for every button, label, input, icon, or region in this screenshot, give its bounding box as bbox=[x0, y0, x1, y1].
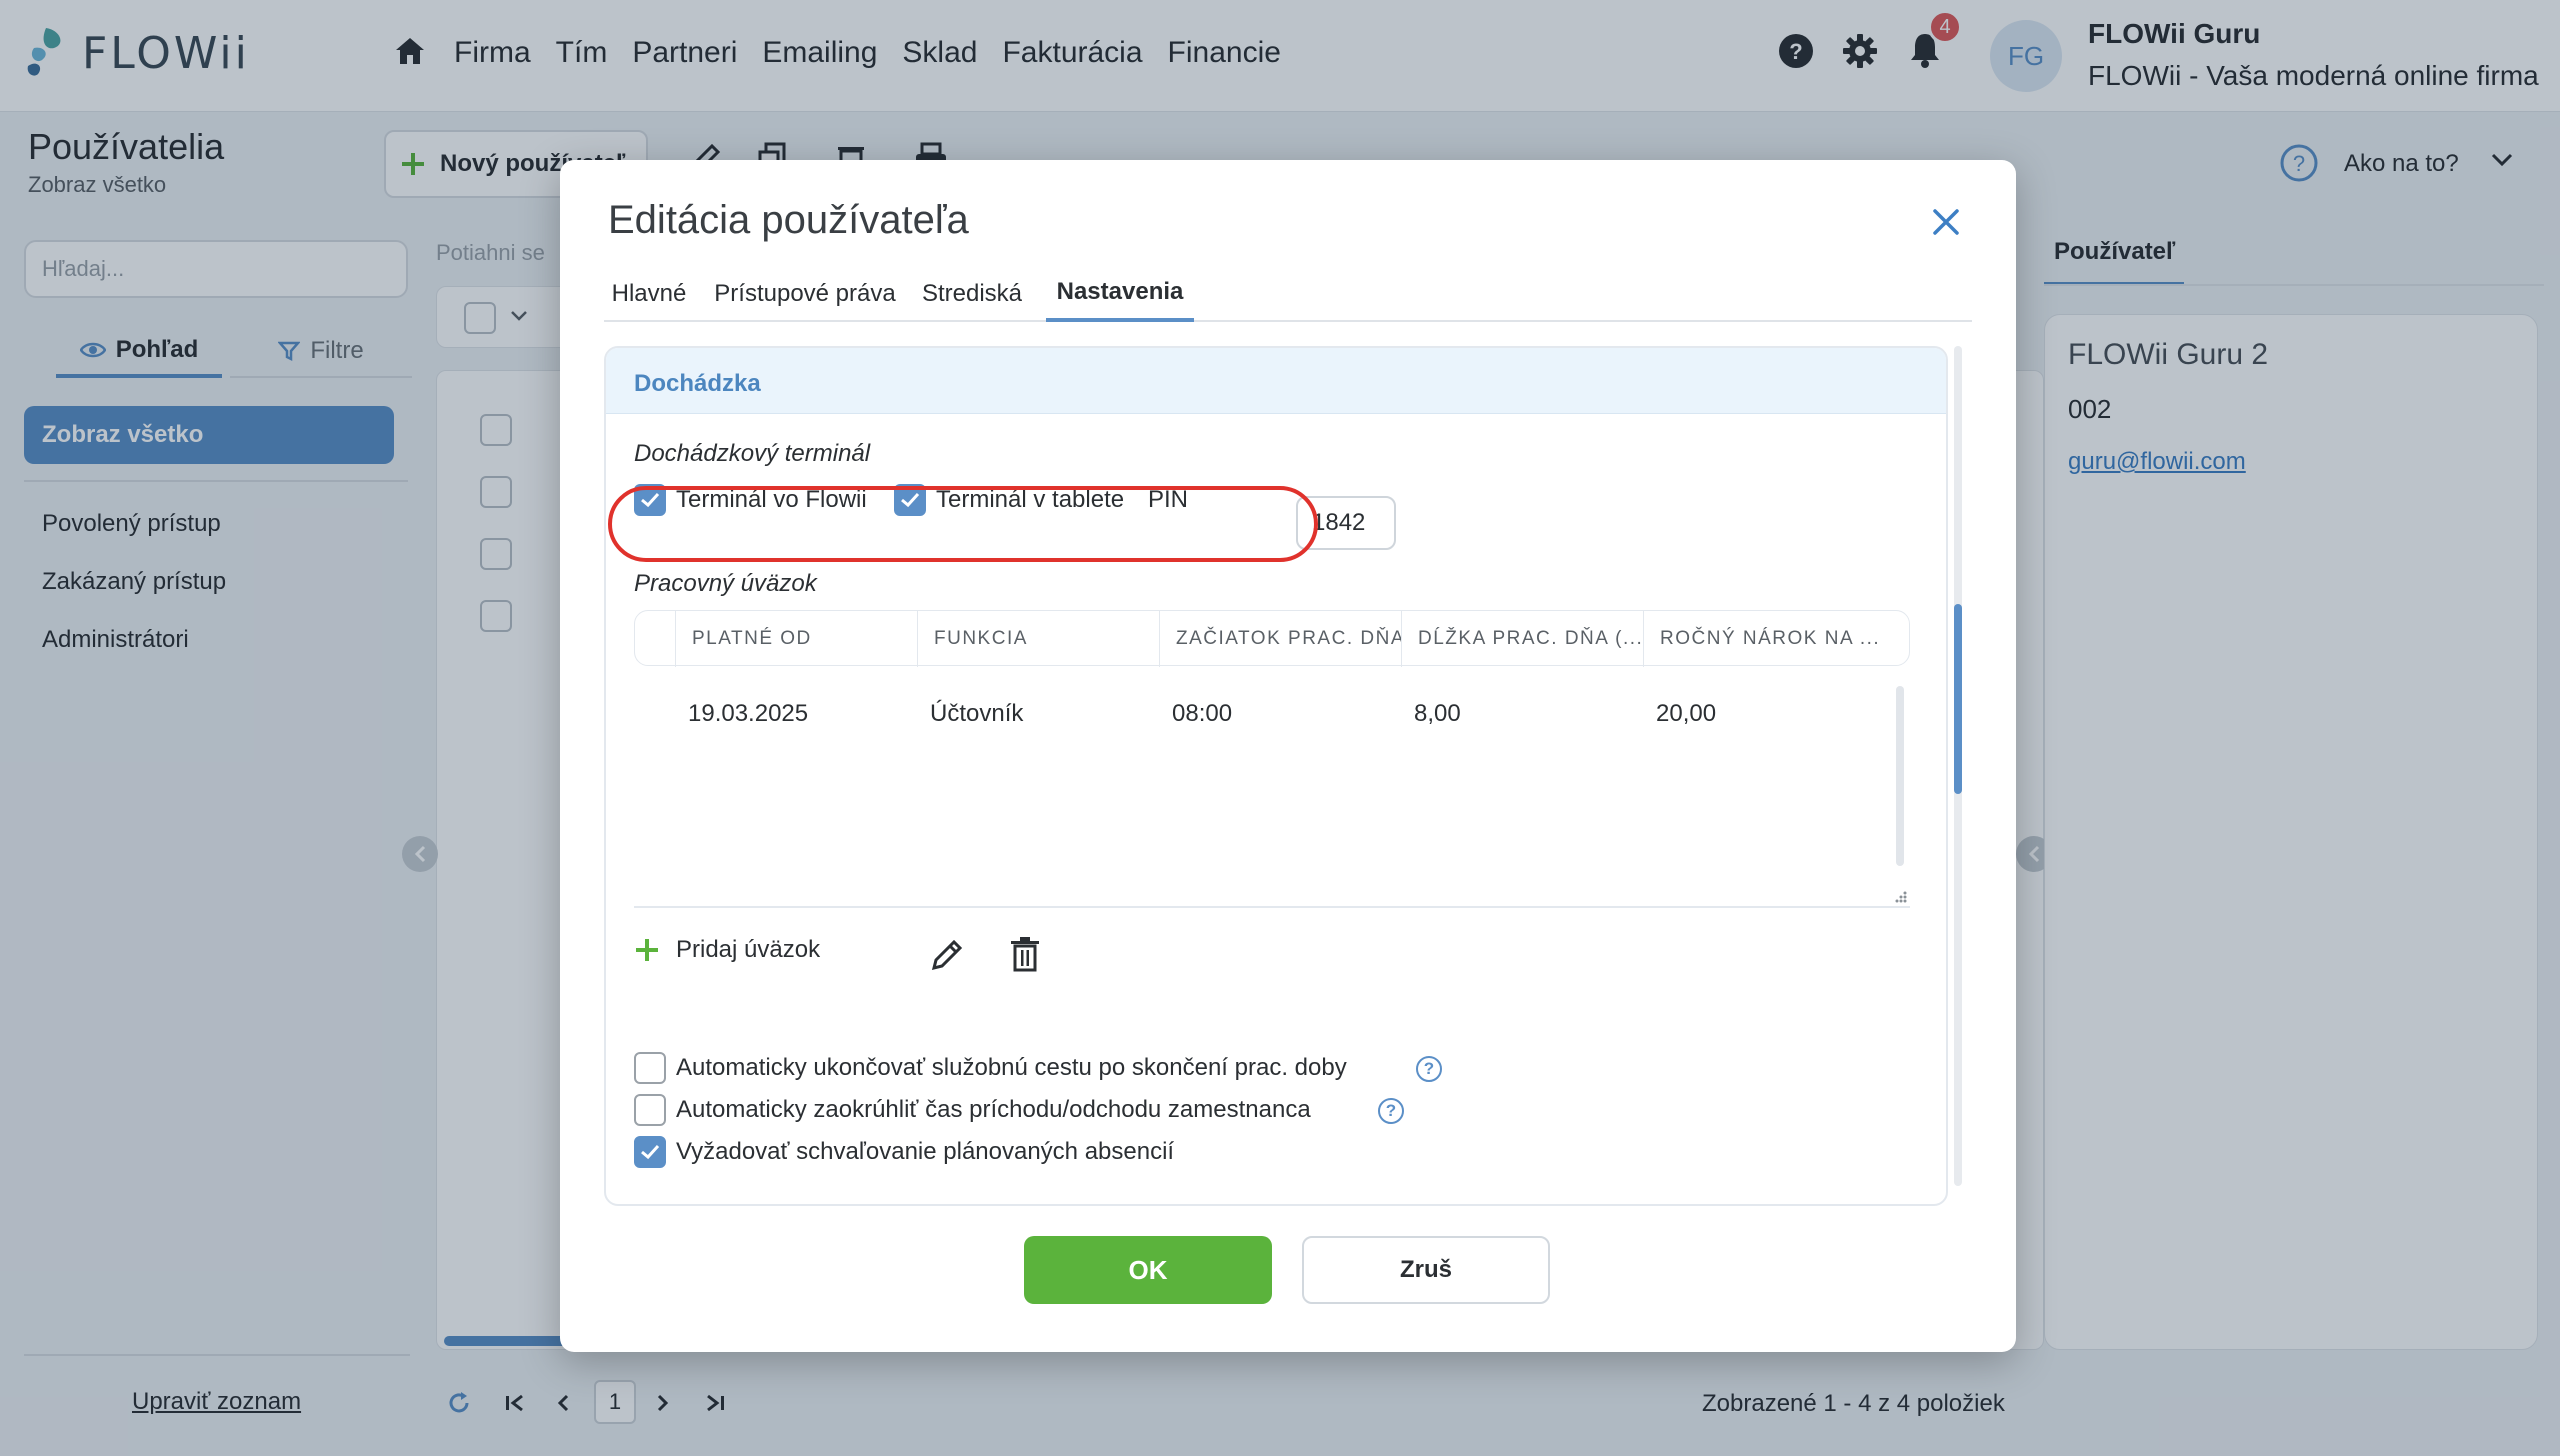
check-icon bbox=[641, 492, 660, 508]
tab-settings[interactable]: Nastavenia bbox=[1046, 266, 1194, 322]
tab-centers[interactable]: Strediská bbox=[912, 266, 1032, 322]
require-absence-approval-checkbox[interactable] bbox=[634, 1136, 666, 1168]
check-icon bbox=[901, 492, 920, 508]
help-icon[interactable]: ? bbox=[1416, 1056, 1442, 1082]
require-absence-approval-label: Vyžadovať schvaľovanie plánovaných absen… bbox=[676, 1138, 1175, 1165]
dialog-title: Editácia používateľa bbox=[608, 198, 969, 242]
dialog-content: Dochádzka Dochádzkový terminál Terminál … bbox=[604, 346, 1948, 1346]
cell-function[interactable]: Účtovník bbox=[930, 700, 1023, 728]
cell-valid-from[interactable]: 19.03.2025 bbox=[688, 700, 808, 728]
cancel-button[interactable]: Zruš bbox=[1302, 1236, 1550, 1304]
dialog-tabs: Hlavné Prístupové práva Strediská Nastav… bbox=[604, 266, 1972, 322]
attendance-section: Dochádzka Dochádzkový terminál Terminál … bbox=[604, 346, 1948, 1206]
auto-end-business-trip-label: Automaticky ukončovať služobnú cestu po … bbox=[676, 1054, 1347, 1081]
auto-end-business-trip-checkbox[interactable] bbox=[634, 1052, 666, 1084]
cell-day-start[interactable]: 08:00 bbox=[1172, 700, 1232, 728]
cell-annual-entitlement[interactable]: 20,00 bbox=[1656, 700, 1716, 728]
ok-button[interactable]: OK bbox=[1024, 1236, 1272, 1304]
auto-round-time-checkbox[interactable] bbox=[634, 1094, 666, 1126]
column-header[interactable]: ZAČIATOK PRAC. DŇA bbox=[1159, 611, 1401, 667]
column-header[interactable]: PLATNÉ OD bbox=[675, 611, 917, 667]
column-header[interactable]: DĹŽKA PRAC. DŇA (... bbox=[1401, 611, 1643, 667]
add-workload-label: Pridaj úväzok bbox=[676, 936, 821, 963]
grid-bottom-border bbox=[634, 906, 1910, 908]
trash-icon[interactable] bbox=[1010, 936, 1040, 972]
add-workload-button[interactable]: Pridaj úväzok bbox=[634, 936, 820, 964]
pin-label: PIN bbox=[1148, 486, 1189, 513]
cell-day-length[interactable]: 8,00 bbox=[1414, 700, 1461, 728]
grid-scrollbar[interactable] bbox=[1896, 686, 1904, 866]
column-header[interactable]: FUNKCIA bbox=[917, 611, 1159, 667]
auto-round-time-label: Automaticky zaokrúhliť čas príchodu/odch… bbox=[676, 1096, 1311, 1123]
pencil-icon[interactable] bbox=[930, 938, 964, 972]
terminal-heading: Dochádzkový terminál bbox=[634, 440, 871, 467]
dialog-scrollbar-thumb[interactable] bbox=[1954, 604, 1962, 794]
terminal-flowii-label: Terminál vo Flowii bbox=[676, 486, 867, 513]
section-title: Dochádzka bbox=[634, 370, 761, 397]
pin-input[interactable] bbox=[1296, 496, 1396, 550]
tab-access-rights[interactable]: Prístupové práva bbox=[710, 266, 900, 322]
workload-heading: Pracovný úväzok bbox=[634, 570, 817, 597]
edit-user-dialog: Editácia používateľa Hlavné Prístupové p… bbox=[560, 160, 2016, 1352]
terminal-flowii-checkbox[interactable] bbox=[634, 484, 666, 516]
check-icon bbox=[641, 1144, 660, 1160]
resize-handle-icon[interactable] bbox=[1892, 890, 1908, 906]
section-header: Dochádzka bbox=[606, 348, 1946, 414]
help-icon[interactable]: ? bbox=[1378, 1098, 1404, 1124]
terminal-tablet-label: Terminál v tablete bbox=[936, 486, 1125, 513]
tab-main[interactable]: Hlavné bbox=[604, 266, 694, 322]
grid-header: PLATNÉ OD FUNKCIA ZAČIATOK PRAC. DŇA DĹŽ… bbox=[634, 610, 1910, 667]
workload-grid: PLATNÉ OD FUNKCIA ZAČIATOK PRAC. DŇA DĹŽ… bbox=[634, 610, 1910, 908]
terminal-tablet-checkbox[interactable] bbox=[894, 484, 926, 516]
column-header[interactable]: ROČNÝ NÁROK NA ... bbox=[1643, 611, 1909, 667]
plus-icon bbox=[636, 939, 658, 961]
close-icon[interactable] bbox=[1932, 208, 1960, 236]
